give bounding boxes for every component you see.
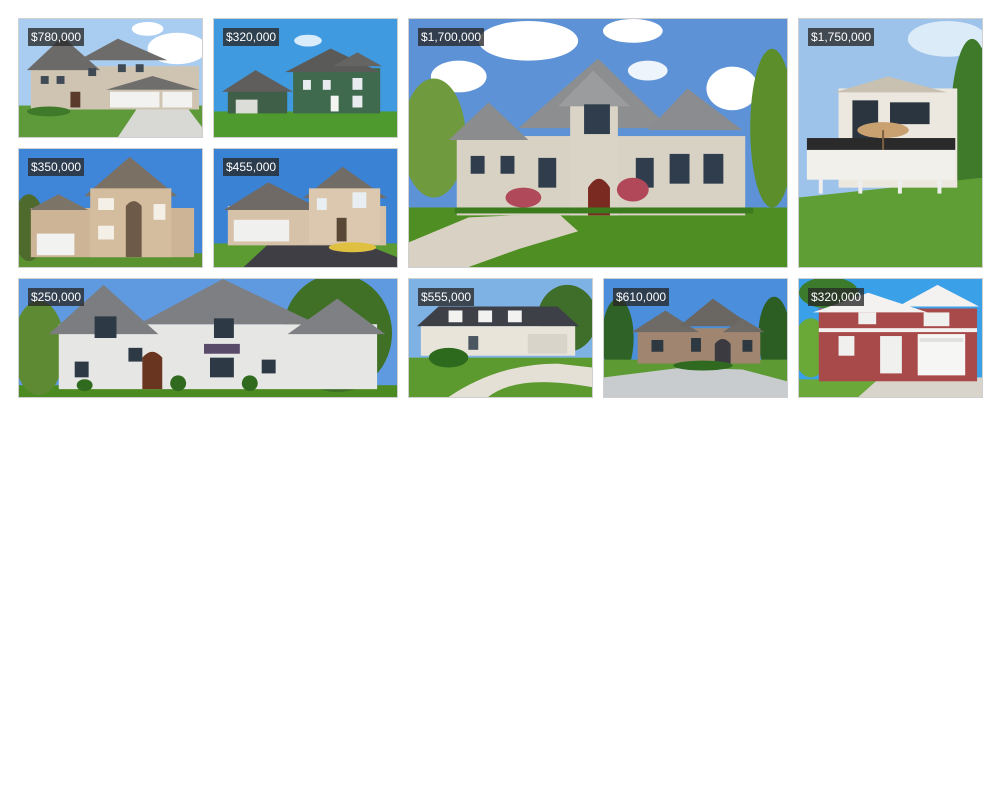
listing-price: $555,000 <box>418 288 475 306</box>
listing-tile[interactable]: $610,000 <box>603 278 788 398</box>
listing-tile[interactable]: $1,700,000 <box>408 18 788 268</box>
house-photo <box>799 19 982 267</box>
listing-price: $1,700,000 <box>418 28 485 46</box>
listing-tile[interactable]: $350,000 <box>18 148 203 268</box>
listing-tile[interactable]: $455,000 <box>213 148 398 268</box>
listing-price: $320,000 <box>808 288 865 306</box>
listing-price: $610,000 <box>613 288 670 306</box>
listing-tile[interactable]: $250,000 <box>18 278 398 398</box>
listing-tile[interactable]: $320,000 <box>213 18 398 138</box>
listing-tile[interactable]: $555,000 <box>408 278 593 398</box>
listing-price: $320,000 <box>223 28 280 46</box>
listing-price: $1,750,000 <box>808 28 875 46</box>
house-photo <box>409 19 787 267</box>
listing-price: $455,000 <box>223 158 280 176</box>
listing-tile[interactable]: $780,000 <box>18 18 203 138</box>
listing-price: $780,000 <box>28 28 85 46</box>
listing-price: $250,000 <box>28 288 85 306</box>
listing-price: $350,000 <box>28 158 85 176</box>
listing-tile[interactable]: $320,000 <box>798 278 983 398</box>
listing-tile[interactable]: $1,750,000 <box>798 18 983 268</box>
